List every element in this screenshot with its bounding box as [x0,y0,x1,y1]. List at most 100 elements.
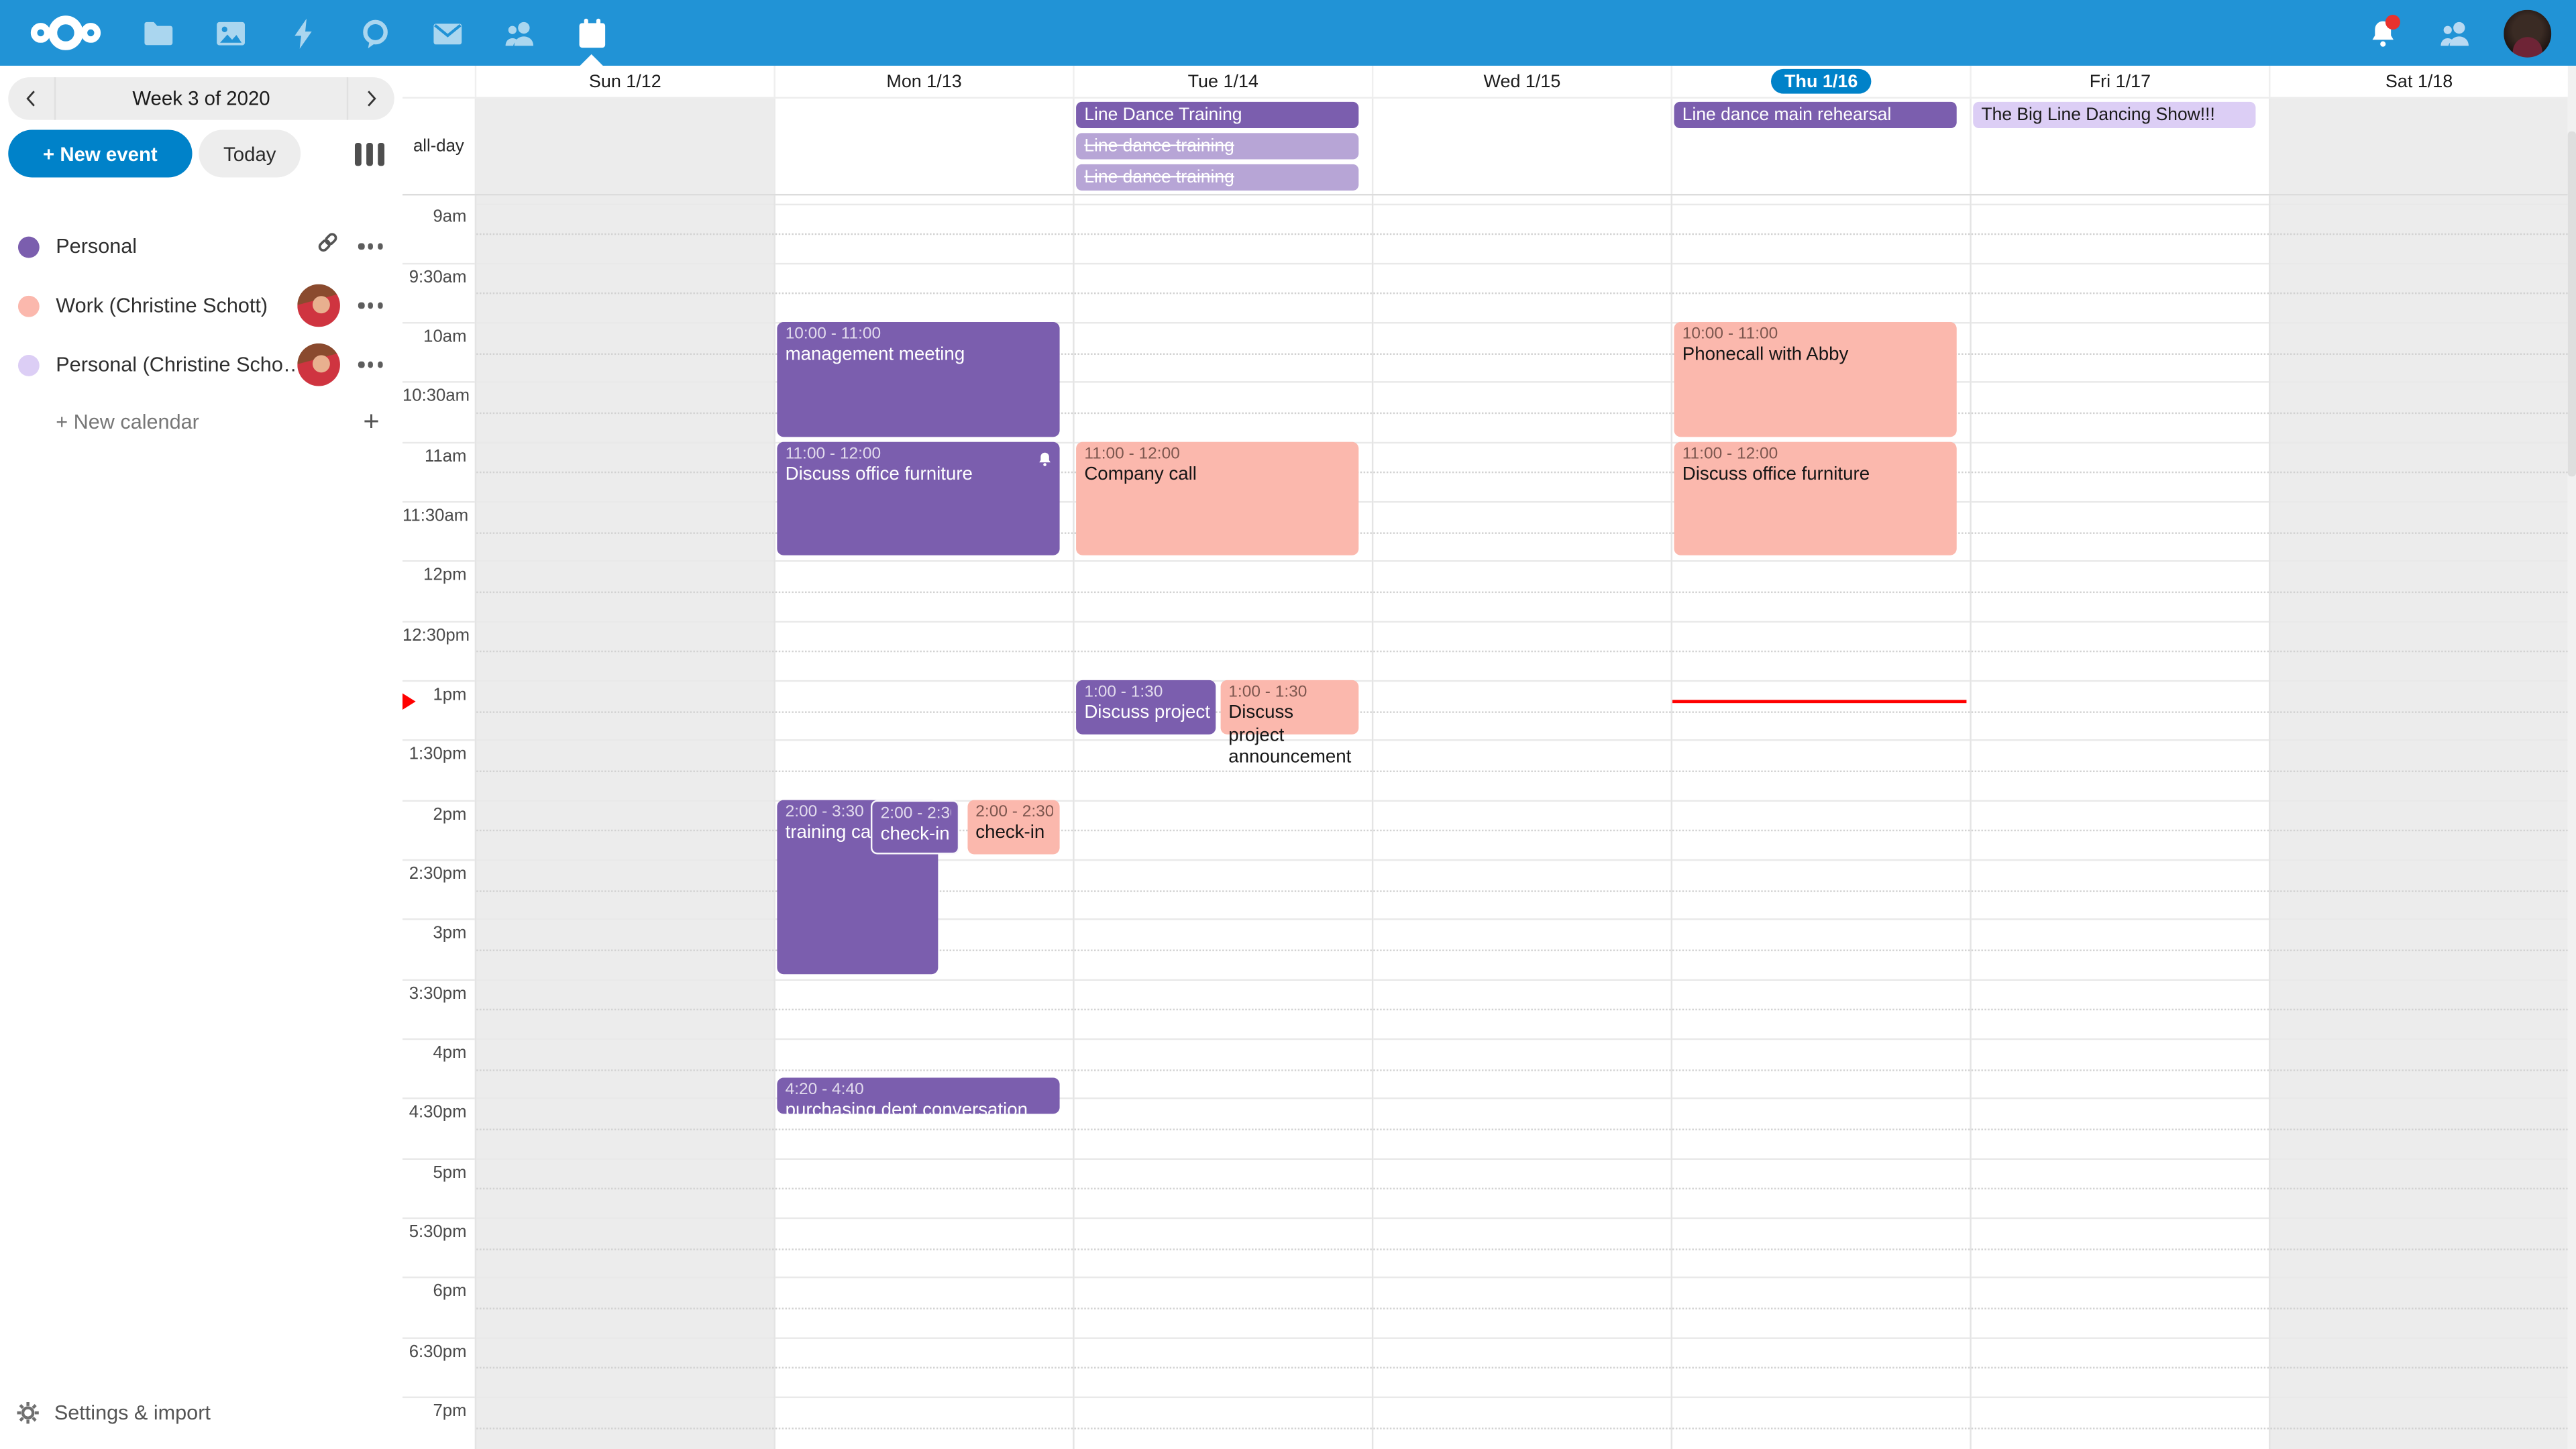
time-slot[interactable] [775,621,1073,680]
scrollbar-thumb[interactable] [2568,131,2576,476]
time-slot[interactable] [476,382,773,441]
time-slot[interactable] [1972,501,2269,561]
time-slot[interactable] [2270,1397,2567,1449]
time-slot[interactable] [476,262,773,322]
time-slot[interactable] [1373,919,1670,979]
link-icon[interactable] [316,230,341,263]
more-menu-icon[interactable] [359,244,383,249]
time-slot[interactable] [2270,1098,2567,1158]
day-column[interactable]: 10:00 - 11:00Phonecall with Abby11:00 - … [1671,195,1970,1449]
time-slot[interactable] [1672,859,1970,919]
time-slot[interactable] [1075,382,1372,441]
time-slot[interactable] [1972,1397,2269,1449]
all-day-cell[interactable]: The Big Line Dancing Show!!! [1970,99,2269,194]
time-slot[interactable] [1972,441,2269,501]
all-day-event[interactable]: Line Dance Training [1076,102,1358,128]
time-slot[interactable] [1672,800,1970,859]
time-slot[interactable] [2270,740,2567,800]
time-slot[interactable] [1373,561,1670,621]
time-slot[interactable] [2270,1218,2567,1277]
time-slot[interactable] [1373,800,1670,859]
time-slot[interactable] [2270,203,2567,262]
activity-icon[interactable] [266,0,339,66]
new-event-button[interactable]: + New event [8,129,192,177]
time-slot[interactable] [1972,1337,2269,1397]
next-week-button[interactable] [348,77,394,120]
time-slot[interactable] [2270,979,2567,1038]
time-slot[interactable] [1972,979,2269,1038]
time-slot[interactable] [1672,1218,1970,1277]
calendar-color-dot[interactable] [18,354,40,376]
time-slot[interactable] [1972,203,2269,262]
time-slot[interactable] [1672,561,1970,621]
time-slot[interactable] [1075,979,1372,1038]
time-slot[interactable] [1075,1397,1372,1449]
more-menu-icon[interactable] [359,362,383,368]
time-slot[interactable] [1373,203,1670,262]
time-slot[interactable] [1075,561,1372,621]
previous-week-button[interactable] [8,77,54,120]
time-slot[interactable] [1972,1277,2269,1337]
time-slot[interactable] [476,859,773,919]
time-slot[interactable] [1075,800,1372,859]
time-slot[interactable] [476,680,773,740]
today-button[interactable]: Today [199,129,301,177]
time-slot[interactable] [1373,1158,1670,1218]
contacts-menu-icon[interactable] [2425,0,2484,66]
mail-icon[interactable] [411,0,483,66]
day-header[interactable]: Wed 1/15 [1372,66,1671,97]
all-day-event[interactable]: The Big Line Dancing Show!!! [1973,102,2255,128]
time-slot[interactable] [1373,501,1670,561]
time-slot[interactable] [1672,1038,1970,1098]
time-slot[interactable] [476,1218,773,1277]
scrollbar[interactable] [2568,66,2576,1449]
time-slot[interactable] [476,1158,773,1218]
time-slot[interactable] [1672,1397,1970,1449]
calendar-list-item[interactable]: Work (Christine Schott) [0,276,402,335]
calendar-list-item[interactable]: Personal [0,217,402,276]
time-slot[interactable] [2270,859,2567,919]
talk-icon[interactable] [338,0,411,66]
day-column[interactable] [1970,195,2269,1449]
time-slot[interactable] [1075,919,1372,979]
time-slot[interactable] [775,680,1073,740]
time-slot[interactable] [1075,621,1372,680]
nextcloud-logo[interactable] [23,0,108,66]
week-label[interactable]: Week 3 of 2020 [54,77,348,120]
time-slot[interactable] [2270,680,2567,740]
time-slot[interactable] [1373,1038,1670,1098]
day-header[interactable]: Sun 1/12 [475,66,774,97]
time-slot[interactable] [1373,621,1670,680]
event[interactable]: 2:00 - 2:30check-in [871,800,960,855]
time-slot[interactable] [1373,262,1670,322]
time-slot[interactable] [476,501,773,561]
all-day-event[interactable]: Line dance training [1076,133,1358,159]
calendar-color-dot[interactable] [18,235,40,257]
event[interactable]: 10:00 - 11:00Phonecall with Abby [1674,322,1957,437]
all-day-cell[interactable] [773,99,1073,194]
time-slot[interactable] [1373,1277,1670,1337]
time-slot[interactable] [1672,1277,1970,1337]
contacts-icon[interactable] [483,0,555,66]
time-slot[interactable] [2270,382,2567,441]
time-slot[interactable] [476,1397,773,1449]
time-slot[interactable] [775,979,1073,1038]
time-slot[interactable] [1972,1098,2269,1158]
time-slot[interactable] [1972,262,2269,322]
event[interactable]: 11:00 - 12:00Company call [1076,441,1358,556]
time-slot[interactable] [476,203,773,262]
day-header[interactable]: Fri 1/17 [1970,66,2269,97]
all-day-cell[interactable]: Line Dance TrainingLine dance trainingLi… [1073,99,1372,194]
time-slot[interactable] [1972,621,2269,680]
day-column[interactable]: 11:00 - 12:00Company call1:00 - 1:30Disc… [1073,195,1372,1449]
time-slot[interactable] [2270,800,2567,859]
time-slot[interactable] [2270,1337,2567,1397]
photos-icon[interactable] [194,0,266,66]
time-slot[interactable] [1373,1218,1670,1277]
settings-import-button[interactable]: Settings & import [0,1377,402,1449]
time-slot[interactable] [1972,800,2269,859]
all-day-cell[interactable] [475,99,774,194]
time-slot[interactable] [1972,740,2269,800]
calendar-icon[interactable] [555,0,628,66]
time-slot[interactable] [775,203,1073,262]
